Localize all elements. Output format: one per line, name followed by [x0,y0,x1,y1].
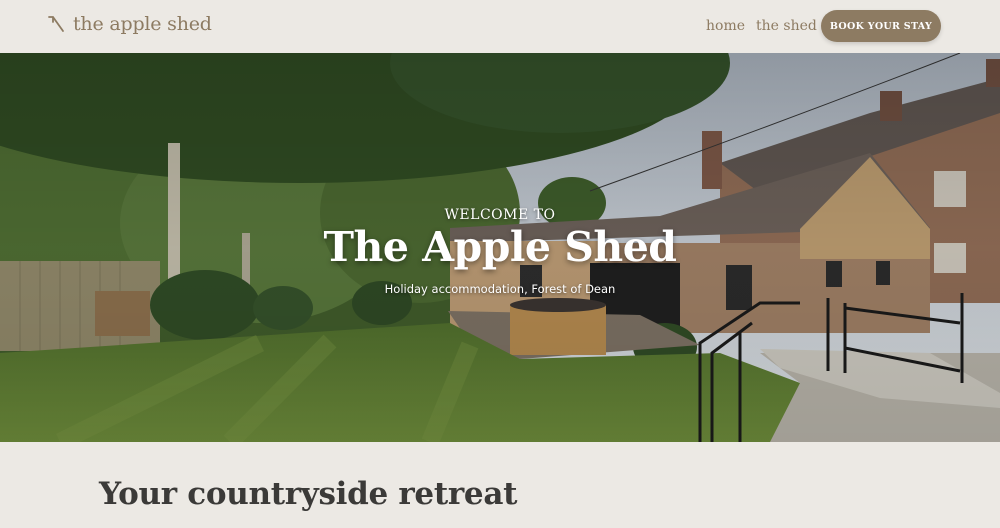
nav-link-the-shed[interactable]: the shed [756,18,817,34]
nav-link-home[interactable]: home [706,18,745,34]
site-header: the apple shed home the shed BOOK YOUR S… [0,0,1000,53]
hero-image [0,53,1000,442]
section-heading: Your countryside retreat [99,476,518,512]
apple-shed-logo-icon [48,16,64,32]
brand-name: the apple shed [73,13,212,35]
site-logo[interactable]: the apple shed [47,13,212,35]
hero-banner: WELCOME TO The Apple Shed Holiday accomm… [0,53,1000,442]
book-your-stay-button[interactable]: BOOK YOUR STAY [821,10,941,42]
